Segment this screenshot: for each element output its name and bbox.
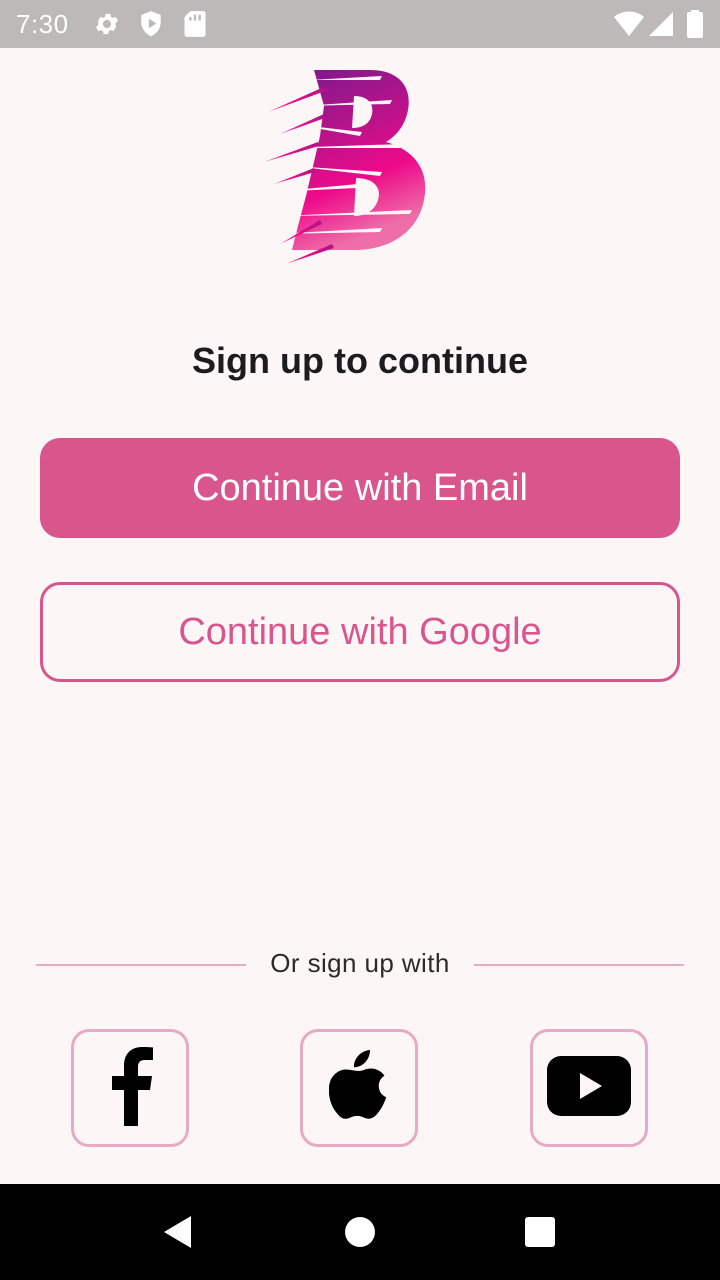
recents-icon[interactable] xyxy=(512,1204,568,1260)
status-time: 7:30 xyxy=(16,9,69,39)
apple-icon xyxy=(328,1049,389,1127)
shield-icon xyxy=(138,10,164,43)
youtube-button[interactable] xyxy=(530,1029,648,1147)
divider-line-right xyxy=(474,964,684,966)
status-bar: 7:30 xyxy=(0,0,720,48)
apple-button[interactable] xyxy=(300,1029,418,1147)
continue-with-google-label: Continue with Google xyxy=(178,610,542,653)
settings-icon xyxy=(93,10,121,43)
continue-with-google-button[interactable]: Continue with Google xyxy=(40,582,680,682)
page-title: Sign up to continue xyxy=(192,340,528,381)
youtube-icon xyxy=(546,1055,632,1122)
wifi-icon xyxy=(614,11,644,42)
continue-with-email-label: Continue with Email xyxy=(192,466,528,509)
divider-line-left xyxy=(36,964,246,966)
battery-icon xyxy=(686,10,704,43)
home-icon[interactable] xyxy=(332,1204,388,1260)
continue-with-email-button[interactable]: Continue with Email xyxy=(40,438,680,538)
navigation-bar xyxy=(0,1184,720,1280)
or-sign-up-with-label: Or sign up with xyxy=(270,948,450,978)
sd-card-icon xyxy=(183,10,207,43)
back-icon[interactable] xyxy=(150,1204,206,1260)
facebook-button[interactable] xyxy=(71,1029,189,1147)
signal-icon xyxy=(648,11,674,42)
facebook-icon xyxy=(104,1046,156,1131)
brand-logo xyxy=(262,66,434,270)
